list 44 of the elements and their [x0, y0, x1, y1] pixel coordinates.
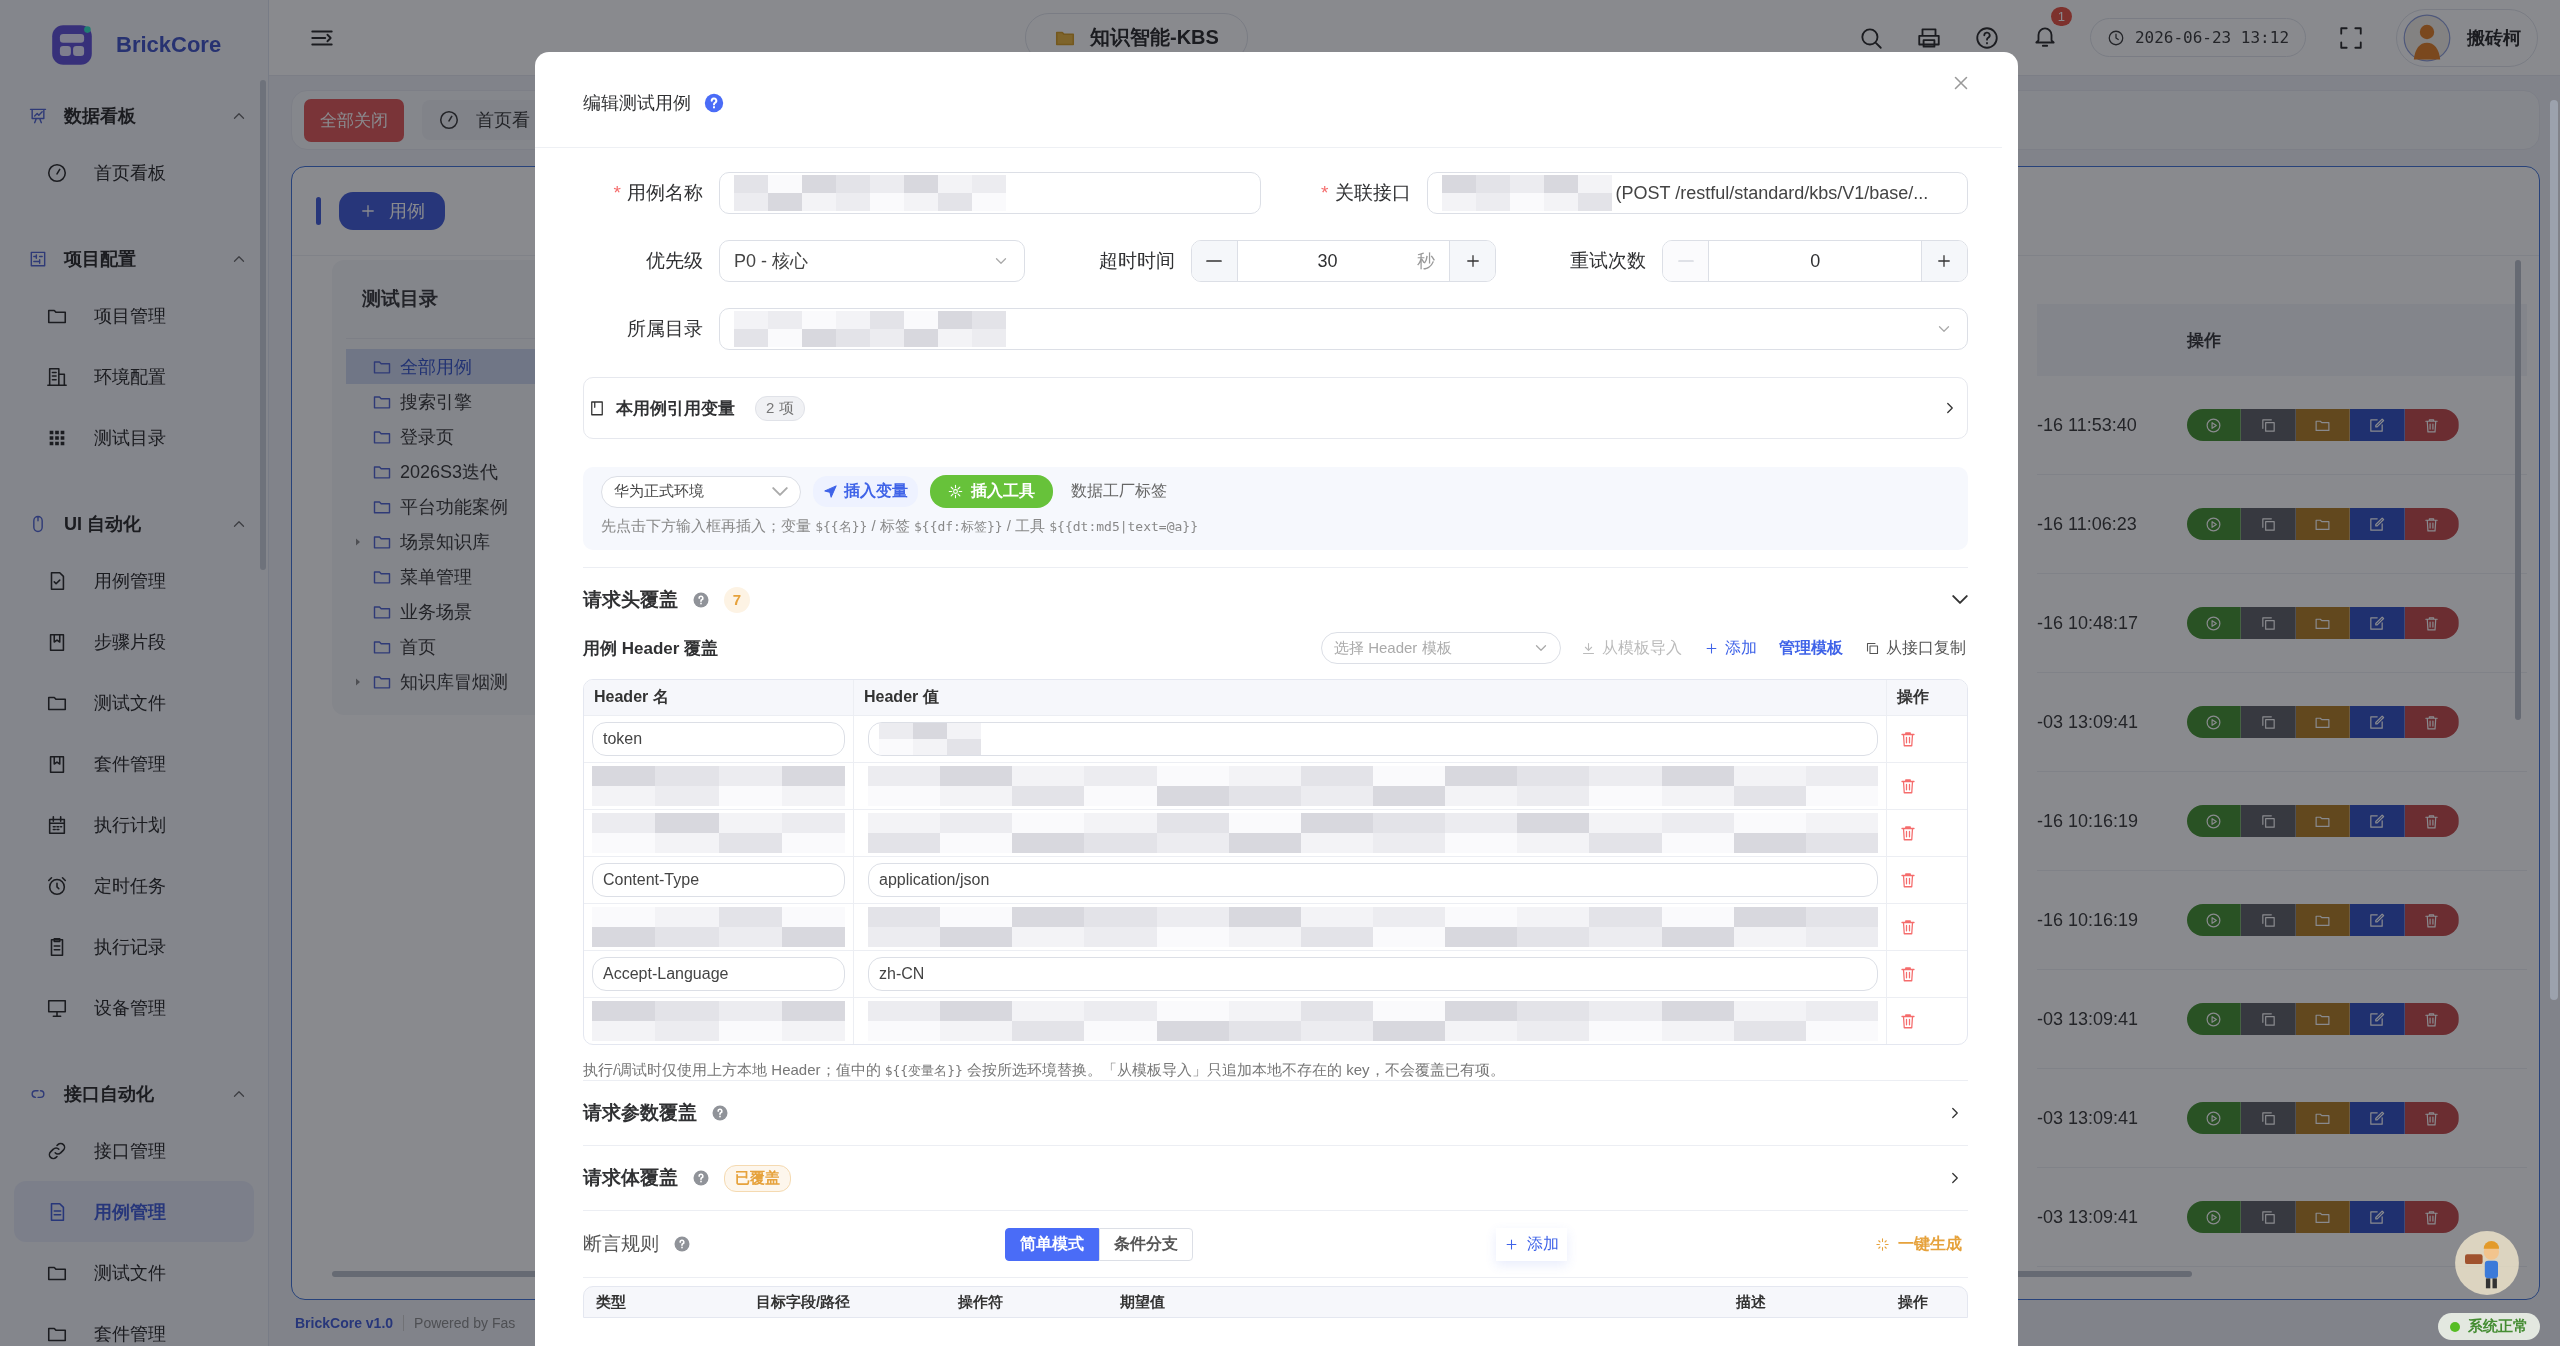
table-cell-text: -16 10:48:17	[2037, 612, 2140, 634]
app-logo: BrickCore	[116, 32, 222, 58]
hint-text: 先点击下方输入框再插入；变量 ${{名}} / 标签 ${{df:标签}} / 工具 ${{dt:md5|text=@a}}	[601, 517, 1199, 536]
column-header: 描述	[1735, 1292, 1767, 1312]
table-cell-text: -16 11:53:40	[2037, 414, 2138, 436]
section-title: 请求参数覆盖	[583, 1101, 697, 1125]
column-header: 类型	[595, 1292, 627, 1312]
table-cell-text: -03 13:09:41	[2037, 1206, 2140, 1228]
note-text: 执行/调试时仅使用上方本地 Header；值中的 ${{变量名}} 会按所选环境替换。「从模板导入」只追加本地不存在的 key，不会覆盖已有项。	[583, 1061, 1506, 1080]
column-header: Header 名	[584, 680, 854, 715]
required-mark: *	[1321, 182, 1329, 203]
field-label: 优先级	[645, 249, 703, 273]
dialog-title: 编辑测试用例	[583, 91, 691, 115]
field-label: * 用例名称	[612, 181, 703, 205]
table-cell-text: -03 13:09:41	[2037, 1107, 2140, 1129]
column-header: 操作	[1895, 687, 1930, 707]
required-mark: *	[613, 182, 621, 203]
field-label: 所属目录	[626, 317, 703, 341]
column-header: Header 值	[854, 680, 1887, 715]
field-label: * 关联接口	[1320, 181, 1411, 205]
system-status: 系统正常	[2438, 1313, 2540, 1340]
unit-label: 秒	[1417, 250, 1436, 273]
section-title: 请求体覆盖	[583, 1166, 678, 1190]
status-tag: 已覆盖	[724, 1164, 791, 1192]
table-cell-text: -16 11:06:23	[2037, 513, 2138, 535]
field-label: 超时时间	[1097, 249, 1175, 273]
column-header: 操作	[2187, 329, 2222, 352]
table-cell-text: -03 13:09:41	[2037, 1008, 2140, 1030]
count-badge: 7	[724, 586, 750, 613]
footer-version: BrickCore v1.0	[295, 1315, 394, 1331]
column-header: 期望值	[1119, 1292, 1166, 1312]
section-title: 请求头覆盖	[583, 587, 678, 612]
field-label: 重试次数	[1569, 249, 1647, 273]
column-header: 操作符	[957, 1292, 1004, 1312]
column-header: 操作	[1897, 1292, 1929, 1312]
table-cell-text: -03 13:09:41	[2037, 711, 2140, 733]
table-cell-text: -16 10:16:19	[2037, 810, 2140, 832]
table-cell-text: -16 10:16:19	[2037, 909, 2140, 931]
count-badge: 2 项	[755, 395, 805, 421]
subsection-title: 用例 Header 覆盖	[583, 637, 719, 660]
section-title: 本用例引用变量	[616, 397, 735, 420]
section-title: 断言规则	[583, 1232, 659, 1256]
notification-badge: 1	[2050, 6, 2072, 26]
column-header: 目标字段/路径	[755, 1292, 852, 1312]
